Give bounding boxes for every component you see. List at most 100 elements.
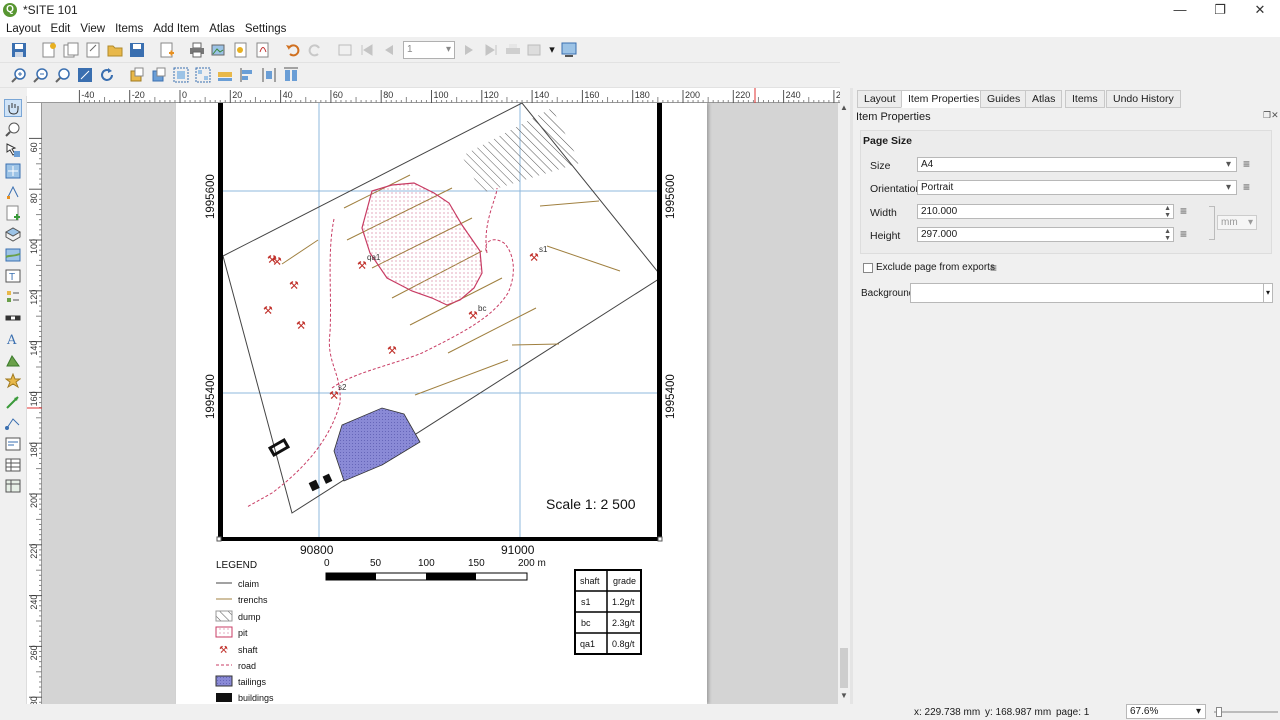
export-svg-icon[interactable] [232,41,250,59]
scroll-down-icon[interactable]: ▼ [838,691,850,703]
atlas-settings-icon[interactable] [336,41,354,59]
legend[interactable]: LEGEND claim trenchs dump pit ⚒ shaft ro… [215,560,274,703]
new-layout-icon[interactable] [40,41,58,59]
next-feature-icon[interactable] [460,41,478,59]
data-defined-override-icon[interactable]: ≡ [990,261,997,275]
tab-item-properties[interactable]: Item Properties [901,90,987,108]
add-map-icon[interactable] [4,246,22,264]
scroll-thumb[interactable] [840,648,848,688]
tab-atlas[interactable]: Atlas [1025,90,1063,108]
zoom-slider-track[interactable] [1214,711,1278,713]
duplicate-layout-icon[interactable] [62,41,80,59]
new-page-icon[interactable] [158,41,176,59]
width-spinbox[interactable]: 210.000 ▲ ▼ [917,204,1174,219]
add-marker-icon[interactable] [4,372,22,390]
zoom-slider-handle[interactable] [1216,707,1222,717]
undo-icon[interactable] [284,41,302,59]
select-move-icon[interactable] [4,141,22,159]
float-panel-icon[interactable]: ❐✕ [1263,110,1279,121]
ungroup-items-icon[interactable] [194,66,212,84]
save-template-icon[interactable] [128,41,146,59]
add-picture-icon[interactable]: T [4,267,22,285]
add-shape-icon[interactable] [4,351,22,369]
move-content-icon[interactable] [4,162,22,180]
data-defined-override-icon[interactable]: ≡ [1243,157,1250,171]
menu-layout[interactable]: Layout [2,23,45,35]
previous-feature-icon[interactable] [380,41,398,59]
menu-items[interactable]: Items [111,23,147,35]
menu-edit[interactable]: Edit [47,23,75,35]
add-node-item-icon[interactable] [4,414,22,432]
menu-add-item[interactable]: Add Item [149,23,203,35]
background-dropdown[interactable]: ▾ [1263,283,1273,303]
scale-text[interactable]: Scale 1: 2 500 [546,496,636,512]
first-feature-icon[interactable] [358,41,376,59]
pan-hand-icon[interactable] [4,99,22,117]
menu-settings[interactable]: Settings [241,23,291,35]
scroll-up-icon[interactable]: ▲ [838,103,850,115]
data-defined-override-icon[interactable]: ≡ [1180,204,1187,218]
zoom-tool-icon[interactable] [4,120,22,138]
tab-layout[interactable]: Layout [857,90,903,108]
zoom-actual-icon[interactable] [54,66,72,84]
add-legend-icon[interactable] [4,288,22,306]
print-atlas-icon[interactable] [504,41,522,59]
background-symbol-button[interactable] [910,283,1264,303]
zoom-full-icon[interactable] [76,66,94,84]
raise-items-icon[interactable] [216,66,234,84]
close-button[interactable]: ✕ [1240,0,1280,20]
export-image-icon[interactable] [210,41,228,59]
save-icon[interactable] [10,41,28,59]
zoom-in-icon[interactable] [10,66,28,84]
layout-manager-icon[interactable] [84,41,102,59]
add-scalebar-icon[interactable] [4,309,22,327]
tab-guides[interactable]: Guides [980,90,1028,108]
unit-select[interactable]: mm ▾ [1217,215,1257,230]
maximize-button[interactable]: ❐ [1200,0,1240,20]
zoom-combo[interactable]: 67.6% ▾ [1126,704,1206,719]
map-frame[interactable]: ⚒⚒ ⚒ ⚒ ⚒ ⚒ ⚒ ⚒ ⚒ ⚒ qa1 s1 bc s2 1995600 … [42,103,838,704]
layout-canvas[interactable]: ⚒ ⚒ ⚒ ⚒ ⚒ ⚒ ⚒ ⚒ ⚒ ⚒ qa1 s1 bc s2 1995600 … [42,103,838,704]
group-items-icon[interactable] [172,66,190,84]
size-select[interactable]: A4 ▾ [917,157,1237,172]
open-folder-icon[interactable] [106,41,124,59]
unlock-items-icon[interactable] [150,66,168,84]
grade-table[interactable]: shaft grade s1 1.2g/t bc 2.3g/t qa1 0.8g… [574,569,642,655]
add-arrow-icon[interactable] [4,393,22,411]
redo-icon[interactable] [306,41,324,59]
orientation-select[interactable]: Portrait ▾ [917,180,1237,195]
height-spinbox[interactable]: 297.000 ▲ ▼ [917,227,1174,242]
lock-ratio-icon[interactable] [1209,206,1215,240]
exclude-page-checkbox[interactable] [863,263,873,273]
menu-view[interactable]: View [76,23,109,35]
last-feature-icon[interactable] [482,41,500,59]
tab-items[interactable]: Items [1065,90,1105,108]
add-fixed-table-icon[interactable] [4,477,22,495]
zoom-out-icon[interactable] [32,66,50,84]
export-atlas-dropdown-icon[interactable]: ▾ [548,41,556,59]
export-atlas-icon[interactable] [526,41,544,59]
tab-undo-history[interactable]: Undo History [1106,90,1181,108]
data-defined-override-icon[interactable]: ≡ [1243,180,1250,194]
panel-splitter[interactable] [850,88,853,704]
data-defined-override-icon[interactable]: ≡ [1180,227,1187,241]
edit-nodes-icon[interactable] [4,183,22,201]
atlas-page-combo[interactable]: 1 ▾ [403,40,455,59]
scalebar[interactable]: 0 50 100 150 200 m [324,558,546,581]
menu-atlas[interactable]: Atlas [205,23,239,35]
atlas-toolbar-icon[interactable] [560,41,578,59]
add-html-icon[interactable] [4,435,22,453]
refresh-icon[interactable] [98,66,116,84]
minimize-button[interactable]: — [1160,0,1200,20]
add-attribute-table-icon[interactable] [4,456,22,474]
canvas-vertical-scrollbar[interactable]: ▲ ▼ [838,103,850,704]
resize-icon[interactable] [282,66,300,84]
lock-items-icon[interactable] [128,66,146,84]
align-left-icon[interactable] [238,66,256,84]
add-3d-map-icon[interactable] [4,225,22,243]
add-label-icon[interactable]: A [4,330,22,348]
spin-arrows-icon[interactable]: ▲ ▼ [1164,228,1171,242]
export-pdf-icon[interactable] [254,41,272,59]
distribute-icon[interactable] [260,66,278,84]
spin-arrows-icon[interactable]: ▲ ▼ [1164,205,1171,219]
